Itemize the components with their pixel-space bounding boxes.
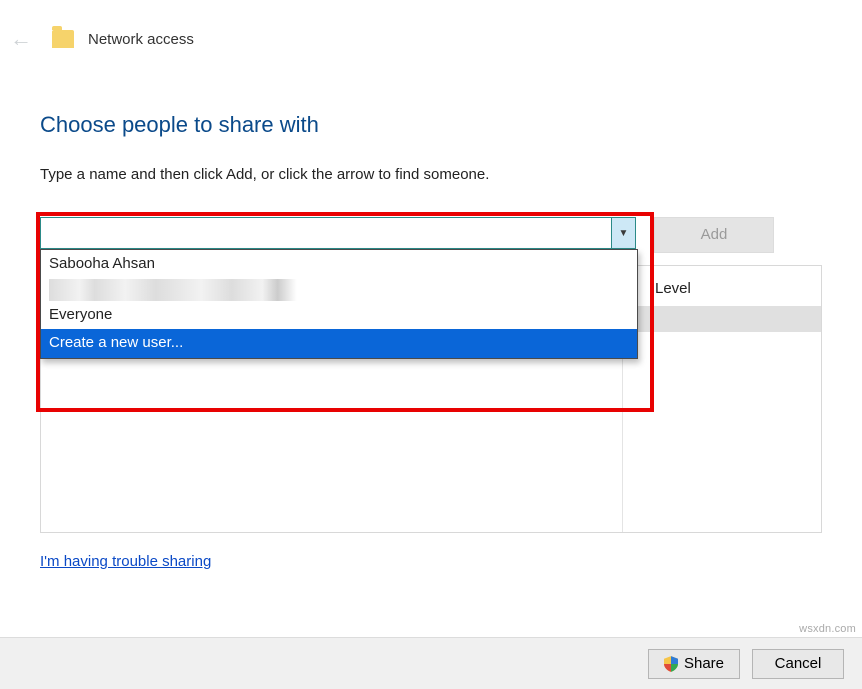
share-button-label: Share: [684, 655, 724, 672]
cancel-button-label: Cancel: [775, 655, 822, 672]
network-folder-icon: [52, 30, 74, 48]
people-combobox[interactable]: ▼: [40, 217, 636, 249]
cancel-button[interactable]: Cancel: [752, 649, 844, 679]
people-dropdown: Sabooha Ahsan Everyone Create a new user…: [40, 249, 638, 359]
people-input[interactable]: [41, 218, 611, 248]
window-title: Network access: [88, 31, 194, 48]
dialog-footer: Share Cancel: [0, 637, 862, 689]
dropdown-item-obscured[interactable]: [49, 279, 430, 301]
watermark: wsxdn.com: [799, 623, 856, 635]
column-header-permission[interactable]: Level: [655, 280, 691, 297]
back-arrow-icon[interactable]: ←: [4, 26, 38, 52]
page-heading: Choose people to share with: [40, 112, 822, 138]
chevron-down-icon: ▼: [619, 228, 629, 239]
add-button[interactable]: Add: [654, 217, 774, 253]
dropdown-item-sabooha-ahsan[interactable]: Sabooha Ahsan: [41, 250, 637, 279]
dropdown-item-everyone[interactable]: Everyone: [41, 301, 637, 330]
uac-shield-icon: [664, 656, 678, 672]
share-button[interactable]: Share: [648, 649, 740, 679]
dropdown-toggle-button[interactable]: ▼: [611, 218, 635, 248]
instruction-text: Type a name and then click Add, or click…: [40, 166, 822, 183]
trouble-sharing-link[interactable]: I'm having trouble sharing: [40, 553, 211, 570]
dropdown-item-create-new-user[interactable]: Create a new user...: [41, 329, 637, 358]
